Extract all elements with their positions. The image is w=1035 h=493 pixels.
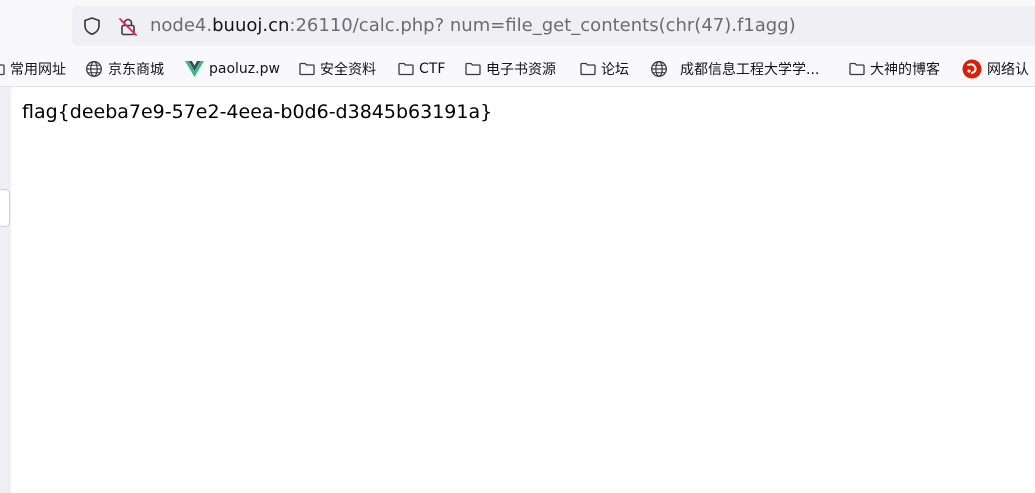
bookmark-label: 大神的博客 bbox=[870, 62, 940, 78]
folder-icon bbox=[580, 62, 596, 76]
bookmark-label: 京东商城 bbox=[108, 62, 164, 78]
flag-output-text: flag{deeba7e9-57e2-4eea-b0d6-d3845b63191… bbox=[22, 101, 493, 123]
red-swirl-icon bbox=[962, 59, 982, 79]
sidebar-toggle-handle[interactable] bbox=[0, 189, 10, 227]
globe-icon bbox=[86, 61, 102, 77]
bookmark-item[interactable]: 安全资料 bbox=[299, 52, 376, 86]
address-bar[interactable]: node4.buuoj.cn:26110/calc.php? num=file_… bbox=[72, 6, 1035, 46]
vue-logo-icon bbox=[185, 61, 204, 77]
folder-icon bbox=[465, 62, 481, 76]
folder-icon bbox=[849, 62, 865, 76]
tracking-protection-shield-icon[interactable] bbox=[82, 16, 102, 36]
globe-icon bbox=[651, 61, 667, 77]
bookmark-item[interactable]: 京东商城 bbox=[85, 52, 164, 86]
bookmark-label: 论坛 bbox=[601, 62, 629, 78]
bookmark-item[interactable]: paoluz.pw bbox=[185, 52, 280, 86]
insecure-lock-icon[interactable] bbox=[117, 16, 139, 38]
bookmark-item[interactable]: 大神的博客 bbox=[849, 52, 940, 86]
bookmark-label: 电子书资源 bbox=[486, 62, 556, 78]
bookmark-label: CTF bbox=[419, 61, 446, 77]
page-content: flag{deeba7e9-57e2-4eea-b0d6-d3845b63191… bbox=[11, 87, 1035, 493]
bookmark-label: 成都信息工程大学学... bbox=[680, 62, 820, 78]
bookmark-item[interactable]: 成都信息工程大学学... bbox=[650, 52, 819, 86]
url-host-prefix: node4. bbox=[150, 15, 213, 36]
bookmark-item[interactable]: 常用网址 bbox=[0, 52, 66, 86]
url-text[interactable]: node4.buuoj.cn:26110/calc.php? num=file_… bbox=[150, 15, 796, 37]
folder-icon bbox=[299, 62, 315, 76]
browser-window: node4.buuoj.cn:26110/calc.php? num=file_… bbox=[0, 0, 1035, 493]
bookmark-label: 常用网址 bbox=[10, 62, 66, 78]
bookmark-label: 网络认 bbox=[987, 62, 1029, 78]
bookmarks-toolbar: 常用网址 京东商城 paoluz.pw 安全资料 CTF 电子书资源 论坛 成都… bbox=[0, 52, 1035, 87]
bookmark-item[interactable]: CTF bbox=[398, 52, 445, 86]
bookmark-label: paoluz.pw bbox=[209, 61, 280, 77]
navigation-toolbar: node4.buuoj.cn:26110/calc.php? num=file_… bbox=[0, 0, 1035, 52]
url-path: :26110/calc.php? num=file_get_contents(c… bbox=[289, 15, 796, 36]
bookmark-item[interactable]: 电子书资源 bbox=[465, 52, 556, 86]
url-host: buuoj.cn bbox=[212, 15, 290, 36]
bookmark-item[interactable]: 网络认 bbox=[962, 52, 1029, 86]
folder-icon bbox=[0, 64, 5, 76]
folder-icon bbox=[398, 62, 414, 76]
bookmark-label: 安全资料 bbox=[320, 62, 376, 78]
bookmark-item[interactable]: 论坛 bbox=[580, 52, 629, 86]
sidebar-edge bbox=[0, 87, 11, 493]
